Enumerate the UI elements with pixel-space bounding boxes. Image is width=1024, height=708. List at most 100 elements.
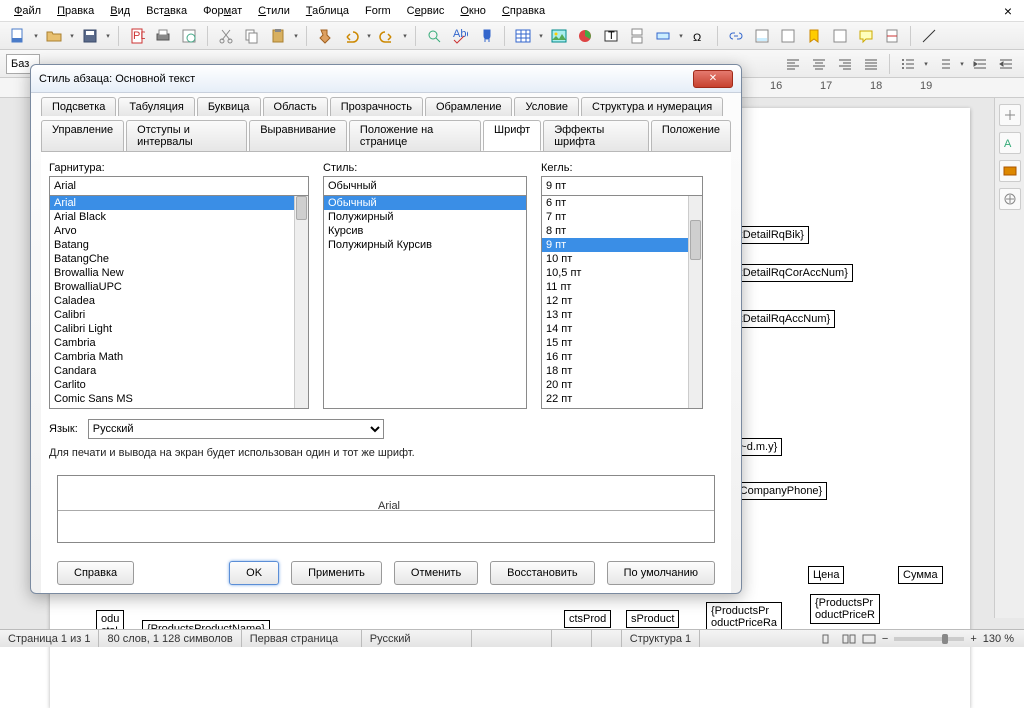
save-drop[interactable] — [104, 32, 112, 40]
list-item[interactable]: Candara — [50, 364, 308, 378]
tab-Выравнивание[interactable]: Выравнивание — [249, 120, 347, 151]
print-preview-icon[interactable] — [177, 25, 201, 47]
tab-Табуляция[interactable]: Табуляция — [118, 97, 194, 116]
size-listbox[interactable]: 6 пт7 пт8 пт9 пт10 пт10,5 пт11 пт12 пт13… — [541, 195, 703, 409]
page-break-icon[interactable] — [625, 25, 649, 47]
view-multi-icon[interactable] — [842, 634, 856, 644]
list-item[interactable]: Arial — [50, 196, 308, 210]
zoom-minus-icon[interactable]: − — [882, 633, 888, 645]
comment-icon[interactable] — [854, 25, 878, 47]
crossref-icon[interactable] — [828, 25, 852, 47]
status-insert[interactable] — [472, 630, 552, 647]
sidebar-styles-icon[interactable]: A — [999, 132, 1021, 154]
spellcheck-icon[interactable]: Abc — [448, 25, 472, 47]
list-item[interactable]: 13 пт — [542, 308, 702, 322]
field-icon[interactable] — [651, 25, 675, 47]
doc-cell[interactable]: {ProductsPr oductPriceR — [810, 594, 880, 624]
family-scrollbar[interactable] — [294, 196, 308, 408]
style-input[interactable] — [323, 176, 527, 196]
list-item[interactable]: 8 пт — [542, 224, 702, 238]
view-book-icon[interactable] — [862, 634, 876, 644]
menu-help[interactable]: Справка — [496, 3, 551, 19]
status-pagestyle[interactable]: Первая страница — [242, 630, 362, 647]
align-left-icon[interactable] — [781, 53, 805, 75]
sidebar-gallery-icon[interactable] — [999, 160, 1021, 182]
list-item[interactable]: Calibri — [50, 308, 308, 322]
image-icon[interactable] — [547, 25, 571, 47]
pdf-icon[interactable]: PDF — [125, 25, 149, 47]
family-input[interactable] — [49, 176, 309, 196]
numbering-drop[interactable] — [958, 60, 966, 68]
dialog-titlebar[interactable]: Стиль абзаца: Основной текст ✕ — [31, 65, 741, 93]
menu-styles[interactable]: Стили — [252, 3, 296, 19]
tab-Управление[interactable]: Управление — [41, 120, 124, 151]
new-doc-icon[interactable] — [6, 25, 30, 47]
tab-Область[interactable]: Область — [263, 97, 328, 116]
list-item[interactable]: 14 пт — [542, 322, 702, 336]
find-icon[interactable] — [422, 25, 446, 47]
special-char-icon[interactable]: Ω — [687, 25, 711, 47]
list-item[interactable]: 20 пт — [542, 378, 702, 392]
language-select[interactable]: Русский — [88, 419, 384, 439]
increase-indent-icon[interactable] — [968, 53, 992, 75]
footnote-icon[interactable] — [750, 25, 774, 47]
reset-button[interactable]: Восстановить — [490, 561, 594, 585]
apply-button[interactable]: Применить — [291, 561, 382, 585]
doc-cell[interactable]: Сумма — [898, 566, 943, 584]
list-item[interactable]: 11 пт — [542, 280, 702, 294]
menu-insert[interactable]: Вставка — [140, 3, 193, 19]
list-item[interactable]: Calibri Light — [50, 322, 308, 336]
list-item[interactable]: Comic Sans MS — [50, 392, 308, 406]
zoom-plus-icon[interactable]: + — [970, 633, 976, 645]
list-item[interactable]: BatangChe — [50, 252, 308, 266]
track-changes-icon[interactable] — [880, 25, 904, 47]
chart-icon[interactable] — [573, 25, 597, 47]
menu-tools[interactable]: Сервис — [401, 3, 451, 19]
list-item[interactable]: Обычный — [324, 196, 526, 210]
list-item[interactable]: Browallia New — [50, 266, 308, 280]
list-item[interactable]: 10,5 пт — [542, 266, 702, 280]
menu-view[interactable]: Вид — [104, 3, 136, 19]
status-sign[interactable] — [592, 630, 622, 647]
list-item[interactable]: 15 пт — [542, 336, 702, 350]
tab-Буквица[interactable]: Буквица — [197, 97, 261, 116]
list-item[interactable]: Caladea — [50, 294, 308, 308]
paste-icon[interactable] — [266, 25, 290, 47]
menu-file[interactable]: Файл — [8, 3, 47, 19]
tab-Подсветка[interactable]: Подсветка — [41, 97, 116, 116]
style-listbox[interactable]: ОбычныйПолужирныйКурсивПолужирный Курсив — [323, 195, 527, 409]
list-item[interactable]: Курсив — [324, 224, 526, 238]
endnote-icon[interactable] — [776, 25, 800, 47]
zoom-percent[interactable]: 130 % — [983, 633, 1014, 645]
tab-Структура и нумерация[interactable]: Структура и нумерация — [581, 97, 723, 116]
line-icon[interactable] — [917, 25, 941, 47]
view-single-icon[interactable] — [822, 634, 836, 644]
status-outline[interactable]: Структура 1 — [622, 630, 700, 647]
open-drop[interactable] — [68, 32, 76, 40]
align-center-icon[interactable] — [807, 53, 831, 75]
list-item[interactable]: 9 пт — [542, 238, 702, 252]
doc-close-icon[interactable]: × — [1000, 3, 1016, 19]
field-drop[interactable] — [677, 32, 685, 40]
size-scrollbar[interactable] — [688, 196, 702, 408]
undo-icon[interactable] — [339, 25, 363, 47]
status-selection[interactable] — [552, 630, 592, 647]
bookmark-icon[interactable] — [802, 25, 826, 47]
sidebar-properties-icon[interactable] — [999, 104, 1021, 126]
print-icon[interactable] — [151, 25, 175, 47]
list-item[interactable]: 12 пт — [542, 294, 702, 308]
tab-Прозрачность[interactable]: Прозрачность — [330, 97, 423, 116]
menu-edit[interactable]: Правка — [51, 3, 100, 19]
align-right-icon[interactable] — [833, 53, 857, 75]
bullets-icon[interactable] — [896, 53, 920, 75]
list-item[interactable]: 10 пт — [542, 252, 702, 266]
tab-Шрифт[interactable]: Шрифт — [483, 120, 541, 151]
hyperlink-icon[interactable] — [724, 25, 748, 47]
list-item[interactable]: 16 пт — [542, 350, 702, 364]
status-zoom[interactable]: − + 130 % — [812, 633, 1024, 645]
menu-form[interactable]: Form — [359, 3, 397, 19]
tab-Положение на странице[interactable]: Положение на странице — [349, 120, 481, 151]
size-input[interactable] — [541, 176, 703, 196]
copy-icon[interactable] — [240, 25, 264, 47]
ok-button[interactable]: OK — [229, 561, 279, 585]
